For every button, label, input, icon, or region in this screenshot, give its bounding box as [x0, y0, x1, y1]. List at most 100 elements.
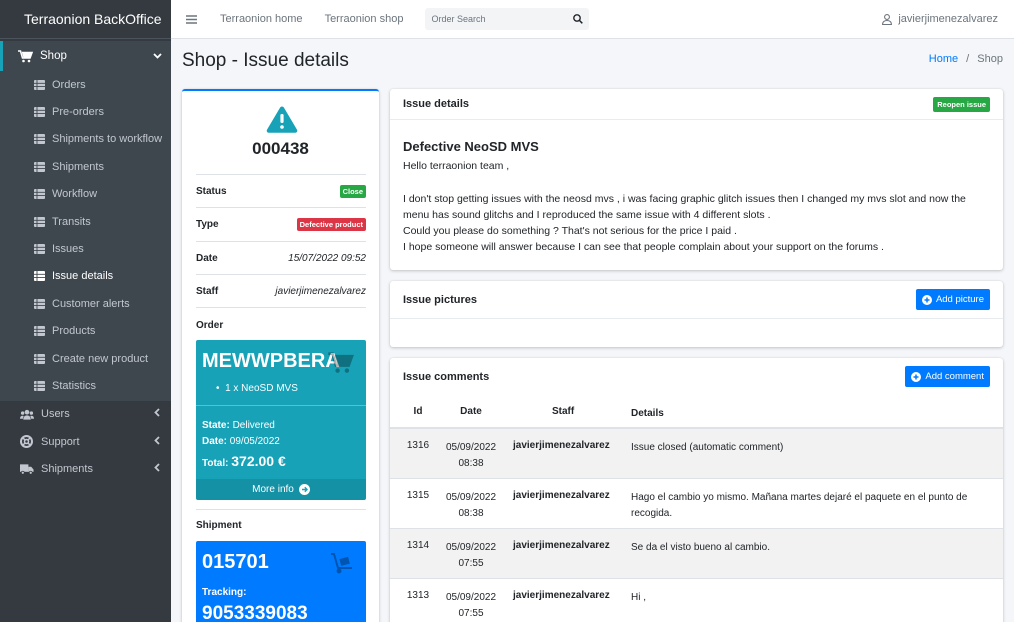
sidebar-item-shipments-to-workflow[interactable]: Shipments to workflow: [0, 126, 171, 153]
order-state-value: Delivered: [232, 420, 275, 431]
tracking-number[interactable]: 9053339083: [202, 603, 308, 622]
warning-icon: [266, 105, 298, 136]
list-icon: [34, 380, 45, 391]
list-icon: [34, 161, 45, 172]
sidebar-item-statistics[interactable]: Statistics: [0, 372, 171, 399]
sidebar-item-label: Issues: [52, 243, 84, 256]
comment-staff: javierjimenezalvarez: [513, 590, 610, 601]
breadcrumb-current: Shop: [977, 53, 1003, 65]
hamburger-menu-icon[interactable]: [186, 14, 198, 24]
staff-label: Staff: [196, 285, 219, 297]
order-total: Total: 372.00 €: [202, 453, 286, 469]
comment-date-time: 08:38: [458, 508, 484, 520]
card-header: Issue pictures Add picture: [390, 281, 1003, 319]
add-picture-button[interactable]: Add picture: [915, 289, 990, 310]
order-total-value: 372.00 €: [231, 453, 286, 469]
issue-description: Hello terraonion team , I don't stop get…: [403, 158, 993, 256]
terraonion-home-link[interactable]: Terraonion home: [220, 13, 303, 25]
type-badge: Defective product: [296, 217, 366, 231]
sidebar-item-label: Products: [52, 325, 96, 338]
page-title: Shop - Issue details: [182, 50, 349, 71]
plus-circle-icon: [921, 294, 932, 305]
chevron-left-icon: [154, 463, 160, 475]
date-label: Date: [196, 252, 218, 264]
sidebar-item-create-new-product[interactable]: Create new product: [0, 345, 171, 372]
users-icon: [20, 409, 34, 420]
sidebar-item-issues[interactable]: Issues: [0, 235, 171, 262]
sidebar-item-label: Pre-orders: [52, 106, 104, 119]
comment-date-day: 05/09/2022: [445, 442, 497, 453]
shipment-heading: Shipment: [196, 520, 242, 531]
description-line: I hope someone will answer because I can…: [403, 241, 884, 254]
list-icon: [34, 298, 45, 309]
sidebar-item-label: Users: [41, 408, 70, 421]
terraonion-shop-link[interactable]: Terraonion shop: [325, 13, 404, 25]
shopping-cart-icon: [328, 352, 354, 377]
column-header-staff: Staff: [552, 406, 575, 417]
sidebar-item-issue-details[interactable]: Issue details: [0, 263, 171, 290]
order-date: Date: 09/05/2022: [202, 436, 280, 447]
order-search-input[interactable]: Order Search: [425, 8, 590, 30]
description-line: I don't stop getting issues with the neo…: [403, 192, 966, 221]
comment-date-day: 05/09/2022: [445, 542, 497, 553]
top-navbar: Terraonion home Terraonion shop Order Se…: [171, 0, 1014, 39]
shipment-info-box: 015701 Tracking: 9053339083: [196, 541, 366, 622]
list-icon: [34, 271, 45, 282]
list-icon: [34, 79, 45, 90]
more-info-link[interactable]: More info: [196, 479, 366, 500]
sidebar-item-transits[interactable]: Transits: [0, 208, 171, 235]
sidebar-item-products[interactable]: Products: [0, 318, 171, 345]
status-badge: Close: [339, 184, 366, 198]
breadcrumb-separator: /: [966, 53, 970, 65]
brand-logo[interactable]: Terraonion BackOffice: [0, 0, 171, 39]
shipment-number: 015701: [202, 551, 269, 573]
support-icon: [20, 435, 34, 449]
comment-date: 05/09/2022 07:55: [435, 540, 507, 573]
user-menu[interactable]: javierjimenezalvarez: [882, 13, 998, 25]
sidebar-item-label: Shop: [40, 50, 67, 62]
order-date-label: Date:: [202, 436, 228, 447]
sidebar-item-label: Customer alerts: [52, 297, 130, 310]
issue-number: 000438: [252, 139, 309, 158]
order-state-label: State:: [202, 420, 230, 431]
column-header-details: Details: [631, 408, 664, 419]
date-value: 15/07/2022 09:52: [288, 252, 366, 264]
comment-details: Issue closed (automatic comment): [631, 442, 784, 453]
plus-circle-icon: [911, 371, 922, 382]
comment-date-time: 07:55: [458, 608, 484, 620]
sidebar-item-customer-alerts[interactable]: Customer alerts: [0, 290, 171, 317]
sidebar-item-orders[interactable]: Orders: [0, 71, 171, 98]
sidebar-item-label: Shipments: [52, 160, 104, 173]
list-icon: [34, 216, 45, 227]
sidebar-item-label: Create new product: [52, 352, 148, 365]
sidebar-item-label: Workflow: [52, 188, 98, 201]
order-item-text: 1 x NeoSD MVS: [225, 383, 298, 394]
description-line: Hello terraonion team ,: [403, 160, 510, 172]
staff-row: Staff javierjimenezalvarez: [196, 274, 366, 307]
breadcrumb-home-link[interactable]: Home: [929, 53, 958, 65]
table-row: 1313 05/09/2022 07:55 javierjimenezalvare…: [390, 579, 1003, 622]
sidebar-item-label: Shipments: [41, 463, 93, 476]
tracking-label: Tracking:: [202, 587, 247, 598]
comment-date-day: 05/09/2022: [445, 492, 497, 503]
card-title: Issue pictures: [403, 293, 477, 306]
sidebar-item-workflow[interactable]: Workflow: [0, 181, 171, 208]
card-title: Issue details: [403, 98, 470, 110]
comment-date: 05/09/2022 08:38: [435, 490, 507, 523]
add-comment-button[interactable]: Add comment: [905, 366, 990, 387]
comment-details: Hi ,: [631, 592, 646, 603]
sidebar-item-users[interactable]: Users: [0, 401, 171, 428]
sidebar-item-shipments[interactable]: Shipments: [0, 153, 171, 180]
sidebar-item-label: Shipments to workflow: [52, 133, 163, 146]
staff-value: javierjimenezalvarez: [275, 285, 366, 297]
list-icon: [34, 244, 45, 255]
search-placeholder: Order Search: [431, 14, 486, 24]
order-code: MEWWPBERA: [202, 350, 340, 372]
search-icon[interactable]: [573, 14, 584, 24]
reopen-issue-button[interactable]: Reopen issue: [933, 96, 990, 112]
sidebar-item-pre-orders[interactable]: Pre-orders: [0, 98, 171, 125]
sidebar-item-shop[interactable]: Shop: [0, 41, 171, 71]
breadcrumb: Home / Shop: [929, 53, 1003, 65]
sidebar-item-shipments[interactable]: Shipments: [0, 455, 171, 482]
sidebar-item-support[interactable]: Support: [0, 428, 171, 455]
